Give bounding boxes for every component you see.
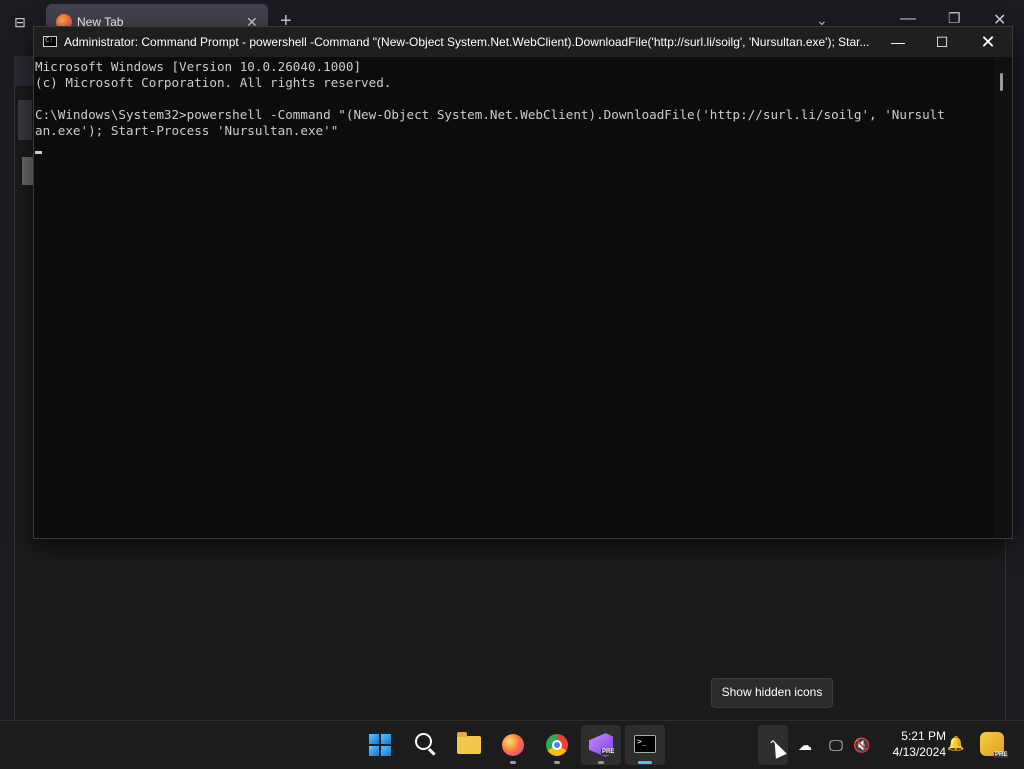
search-button[interactable] <box>405 725 445 765</box>
firefox-icon <box>502 734 524 756</box>
command-prompt-window[interactable]: Administrator: Command Prompt - powershe… <box>33 26 1013 539</box>
running-indicator <box>554 761 560 764</box>
console-line: C:\Windows\System32>powershell -Command … <box>35 107 945 122</box>
search-icon <box>415 733 432 750</box>
browser-side-element <box>18 100 32 140</box>
console-line: Microsoft Windows [Version 10.0.26040.10… <box>35 59 362 74</box>
preview-badge: PRE <box>994 752 1009 758</box>
cmd-close-button[interactable]: ✕ <box>966 27 1010 57</box>
cloud-offline-icon[interactable]: ☁ <box>795 735 815 755</box>
active-indicator <box>638 761 652 764</box>
firefox-button[interactable] <box>493 725 533 765</box>
chrome-button[interactable] <box>537 725 577 765</box>
chrome-icon <box>546 734 568 756</box>
preview-badge: PRE <box>601 749 616 755</box>
cmd-app-icon <box>43 36 57 47</box>
windows-logo-icon <box>369 734 391 756</box>
console-line: (c) Microsoft Corporation. All rights re… <box>35 75 392 90</box>
folder-icon <box>457 732 481 754</box>
console-line: an.exe'); Start-Process 'Nursultan.exe'" <box>35 123 339 138</box>
running-indicator <box>598 761 604 764</box>
file-explorer-button[interactable] <box>449 725 489 765</box>
cmd-minimize-button[interactable]: — <box>876 27 920 57</box>
terminal-icon <box>634 735 656 753</box>
visual-studio-button[interactable]: PRE <box>581 725 621 765</box>
cmd-window-title: Administrator: Command Prompt - powershe… <box>64 35 870 49</box>
cmd-title-bar[interactable]: Administrator: Command Prompt - powershe… <box>34 27 1012 57</box>
cmd-scrollbar-track[interactable] <box>994 57 1012 538</box>
cmd-maximize-button[interactable]: ☐ <box>920 27 964 57</box>
command-prompt-taskbar-button[interactable] <box>625 725 665 765</box>
text-cursor <box>35 151 42 154</box>
running-indicator <box>510 761 516 764</box>
notification-bell-icon[interactable]: 🔔 <box>947 735 964 752</box>
network-icon[interactable]: 🖵 <box>826 735 846 755</box>
show-hidden-icons-tooltip: Show hidden icons <box>711 678 833 708</box>
clock-time: 5:21 PM <box>901 729 946 743</box>
clock[interactable]: 5:21 PM 4/13/2024 <box>880 728 946 760</box>
start-button[interactable] <box>360 725 400 765</box>
tab-list-icon[interactable]: ⊟ <box>10 12 30 32</box>
browser-restore-button[interactable]: ❐ <box>948 10 961 27</box>
cmd-console-output[interactable]: Microsoft Windows [Version 10.0.26040.10… <box>34 57 994 538</box>
clock-date: 4/13/2024 <box>892 745 946 759</box>
taskbar: PRE ⌃ ☁ 🖵 🔇 5:21 PM 4/13/2024 🔔 PRE <box>0 720 1024 769</box>
cmd-scrollbar-thumb[interactable] <box>1000 73 1003 91</box>
volume-muted-icon[interactable]: 🔇 <box>852 735 872 755</box>
